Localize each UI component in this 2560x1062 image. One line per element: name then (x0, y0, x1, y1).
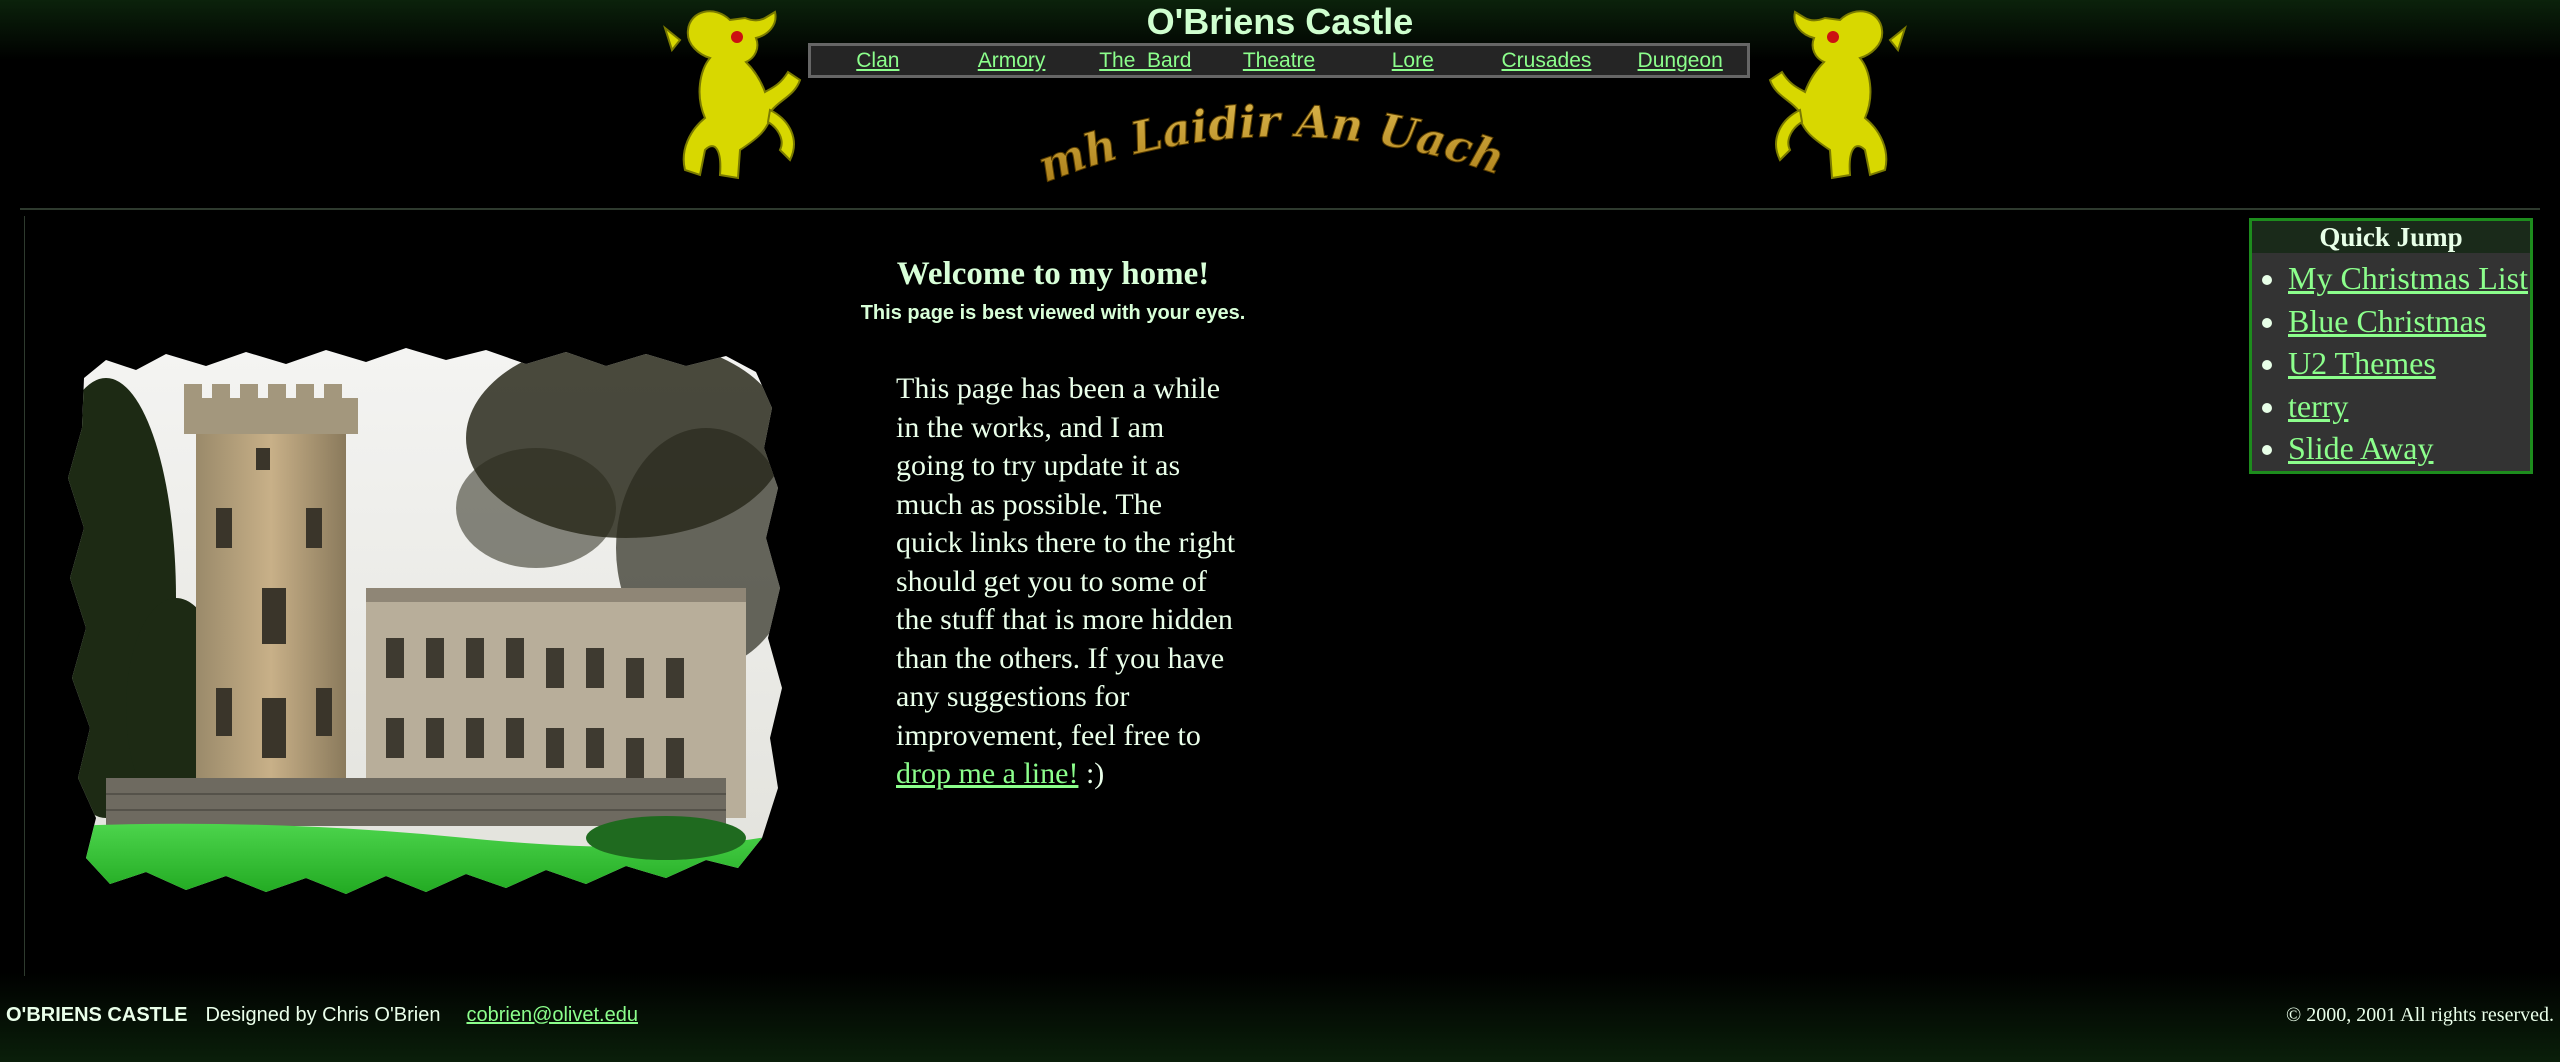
intro-smiley: :) (1078, 757, 1105, 790)
quick-jump-title: Quick Jump (2252, 221, 2530, 253)
castle-photo (68, 348, 782, 894)
svg-text:Lamh Laidir An Uachdar: Lamh Laidir An Uachdar (1040, 84, 1511, 193)
intro-paragraph: This page has been a while in the works,… (896, 370, 1236, 794)
welcome-heading: Welcome to my home! (896, 256, 1210, 292)
list-item: terry (2288, 385, 2530, 428)
footer-email-link[interactable]: cobrien@olivet.edu (466, 1004, 638, 1026)
quick-link-terry[interactable]: terry (2288, 388, 2348, 424)
footer-brand: O'BRIENS CASTLE (6, 1004, 188, 1026)
header-divider (20, 208, 2540, 210)
quick-link-u2-themes[interactable]: U2 Themes (2288, 345, 2436, 381)
contact-link[interactable]: drop me a line! (896, 757, 1078, 790)
footer-copyright: © 2000, 2001 All rights reserved. (2286, 1004, 2554, 1026)
quick-jump-list: My Christmas List Blue Christmas U2 Them… (2252, 253, 2530, 470)
site-title: O'Briens Castle (1146, 1, 1414, 42)
footer-designer: Designed by Chris O'Brien (205, 1004, 441, 1026)
motto-text: Lamh Laidir An Uachdar (1022, 44, 1511, 194)
intro-text: This page has been a while in the works,… (896, 372, 1236, 752)
list-item: U2 Themes (2288, 342, 2530, 385)
footer-left: O'BRIENS CASTLE Designed by Chris O'Brien… (6, 1004, 638, 1027)
nav-link-theatre[interactable]: Theatre (1212, 49, 1346, 73)
nav-link-lore[interactable]: Lore (1346, 49, 1480, 73)
quick-link-slide-away[interactable]: Slide Away (2288, 430, 2434, 466)
quick-link-blue-christmas[interactable]: Blue Christmas (2288, 303, 2486, 339)
main-nav: Clan Armory The Bard Theatre Lore Crusad… (808, 43, 1750, 78)
content-left-rule (24, 216, 25, 976)
tagline: This page is best viewed with your eyes. (860, 302, 1246, 324)
nav-link-clan[interactable]: Clan (811, 49, 945, 73)
nav-link-armory[interactable]: Armory (945, 49, 1079, 73)
quick-jump-panel: Quick Jump My Christmas List Blue Christ… (2249, 218, 2533, 474)
nav-link-the-bard[interactable]: The Bard (1078, 49, 1212, 73)
motto-banner: Lamh Laidir An Uachdar (1022, 44, 1520, 194)
quick-link-christmas-list[interactable]: My Christmas List (2288, 260, 2528, 296)
nav-link-crusades[interactable]: Crusades (1480, 49, 1614, 73)
list-item: Blue Christmas (2288, 300, 2530, 343)
list-item: Slide Away (2288, 427, 2530, 470)
nav-link-dungeon[interactable]: Dungeon (1613, 49, 1747, 73)
list-item: My Christmas List (2288, 257, 2530, 300)
